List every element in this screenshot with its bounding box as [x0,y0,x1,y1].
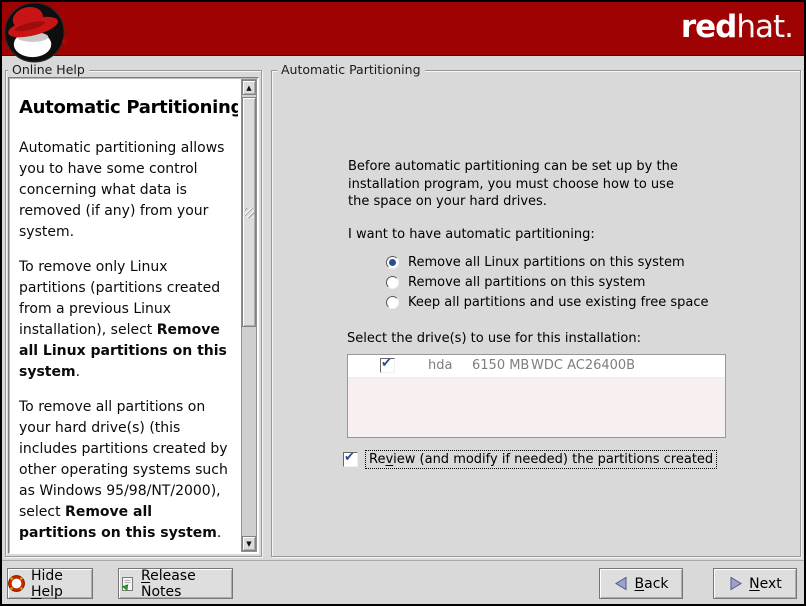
intro-text: Before automatic partitioning can be set… [348,158,678,211]
next-mnemonic: N [749,576,759,592]
release-notes-mnemonic: R [141,568,150,584]
help-p3-text: To remove all partitions on your hard dr… [19,399,228,520]
next-label: Next [749,576,782,592]
back-post: ack [644,576,668,592]
checkmark-icon: ✔ [381,356,392,371]
radio-label: Remove all Linux partitions on this syst… [408,255,685,270]
wordmark-red: red [681,9,737,45]
intro-line: installation program, you must choose ho… [348,176,678,194]
drive-size: 6150 MB [472,358,529,373]
partitioning-question-label: I want to have automatic partitioning: [348,227,595,242]
help-p2-period: . [76,364,80,380]
review-label-post: iew (and modify if needed) the partition… [393,452,713,467]
scroll-up-icon[interactable]: ▲ [242,80,256,95]
radio-remove-all-partitions[interactable]: Remove all partitions on this system [386,272,708,292]
hide-help-mnemonic: H [31,584,42,600]
intro-line: Before automatic partitioning can be set… [348,158,678,176]
hide-help-label: Hide Help [31,568,92,600]
installer-window: ® redhat. Online Help Automatic Partitio… [0,0,806,606]
back-button[interactable]: Back [599,568,683,599]
life-preserver-icon [8,575,25,592]
hide-help-post: elp [42,584,63,600]
partitioning-options: Remove all Linux partitions on this syst… [386,252,708,312]
next-button[interactable]: Next [713,568,797,599]
release-notes-post: elease Notes [141,568,196,600]
redhat-shadowman-logo [3,1,66,64]
back-mnemonic: B [635,576,645,592]
help-text: Automatic Partitioning Automatic partiti… [10,79,238,552]
review-checkbox[interactable]: ✔ [343,452,358,467]
radio-remove-linux-partitions[interactable]: Remove all Linux partitions on this syst… [386,252,708,272]
radio-button[interactable] [386,256,399,269]
intro-line: the space on your hard drives. [348,193,678,211]
help-paragraph-2: To remove only Linux partitions (partiti… [19,257,234,383]
checkmark-icon: ✔ [344,450,355,465]
trademark-symbol: ® [61,38,68,46]
radio-button[interactable] [386,296,399,309]
radio-label: Keep all partitions and use existing fre… [408,295,708,310]
release-notes-label: Release Notes [141,568,232,600]
radio-button[interactable] [386,276,399,289]
hide-help-button[interactable]: Hide Help [7,568,93,599]
redhat-wordmark: redhat. [681,9,793,45]
drive-model: WDC AC26400B [531,358,635,373]
help-p3-period: . [217,525,221,541]
radio-dot-icon [389,259,396,266]
drive-device: hda [428,358,452,373]
help-scrollbar[interactable]: ▲ ▼ [241,79,257,552]
help-paragraph-3: To remove all partitions on your hard dr… [19,397,234,544]
release-notes-button[interactable]: Release Notes [118,568,233,599]
drive-table: ✔ hda 6150 MB WDC AC26400B [347,354,726,438]
drives-select-label: Select the drive(s) to use for this inst… [347,331,641,346]
help-paragraph-1: Automatic partitioning allows you to hav… [19,138,234,243]
review-label-pre: Re [369,452,385,467]
scrollbar-thumb[interactable] [242,97,256,327]
release-notes-icon [119,576,135,592]
scroll-down-icon[interactable]: ▼ [242,536,256,551]
hide-help-pre: Hide [31,568,63,584]
main-frame-label: Automatic Partitioning [277,62,425,77]
scrollbar-grip [245,208,254,218]
drive-row-hda[interactable]: ✔ hda 6150 MB WDC AC26400B [348,355,725,378]
radio-label: Remove all partitions on this system [408,275,645,290]
next-post: ext [760,576,782,592]
next-arrow-icon [728,576,743,591]
drive-checkbox[interactable]: ✔ [380,358,395,373]
help-title: Automatic Partitioning [19,97,234,118]
wordmark-hat: hat. [736,9,793,45]
review-label-mnemonic: v [385,452,393,467]
review-partitions-option[interactable]: ✔ Review (and modify if needed) the part… [343,451,716,468]
online-help-frame-label: Online Help [8,62,89,77]
review-checkbox-label[interactable]: Review (and modify if needed) the partit… [366,451,716,468]
radio-keep-all-partitions[interactable]: Keep all partitions and use existing fre… [386,292,708,312]
back-arrow-icon [614,576,629,591]
automatic-partitioning-frame [271,70,801,557]
back-label: Back [635,576,669,592]
footer-separator [2,560,804,562]
